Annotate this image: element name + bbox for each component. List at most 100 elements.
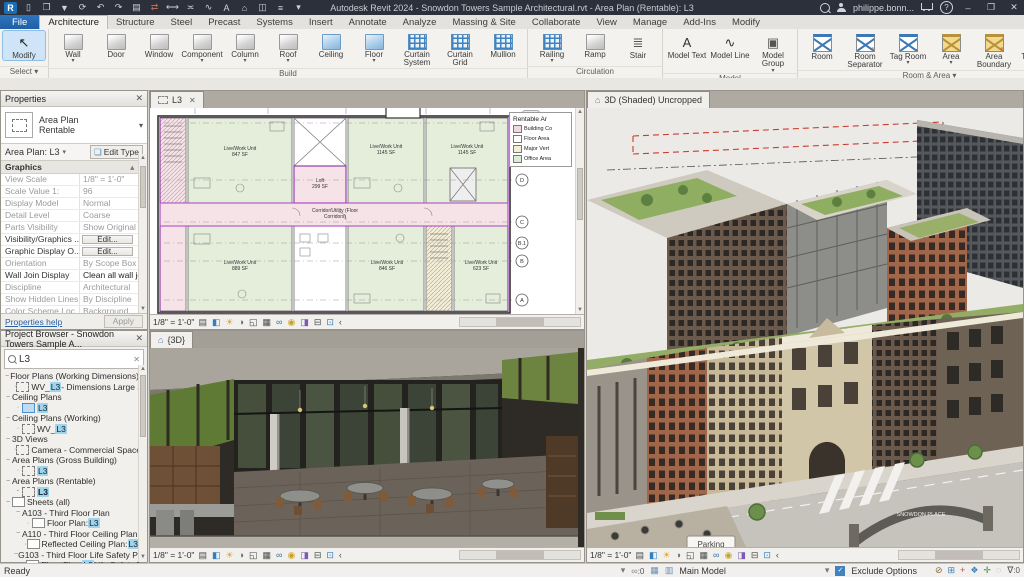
tree-expander-icon[interactable]: −	[4, 478, 12, 485]
browser-item[interactable]: − Sheets (all)	[1, 497, 139, 508]
aligned-dimension-icon[interactable]: ≍	[184, 2, 197, 14]
floor-button[interactable]: Floor ▾	[353, 31, 395, 64]
model-text-button[interactable]: A Model Text	[666, 31, 708, 60]
restore-button[interactable]: ❐	[983, 2, 999, 13]
dropdown-caret-icon[interactable]: ▾	[372, 58, 375, 64]
railing-button[interactable]: Railing ▾	[531, 31, 573, 64]
plan-tab-close-icon[interactable]: ✕	[189, 96, 196, 105]
ribbon-tab-massing-site[interactable]: Massing & Site	[444, 15, 523, 29]
open-icon[interactable]: ❐	[40, 2, 53, 14]
exclude-options-label[interactable]: Exclude Options	[851, 566, 917, 576]
minimize-button[interactable]: –	[960, 3, 976, 13]
interior-canvas[interactable]	[150, 348, 584, 547]
crop-view-icon[interactable]: ◱	[686, 550, 695, 560]
dropdown-caret-icon[interactable]: ▾	[949, 60, 952, 66]
show-crop-icon[interactable]: ▦	[263, 317, 272, 327]
properties-close-icon[interactable]: ✕	[135, 93, 143, 104]
file-tab[interactable]: File	[0, 15, 40, 29]
tag-room-button[interactable]: ▸Tag Room▾	[887, 31, 929, 66]
room-area-value[interactable]: 889 SF	[232, 266, 248, 272]
tree-expander-icon[interactable]: −	[14, 530, 22, 537]
visual-style-icon[interactable]: ◧	[649, 550, 658, 560]
properties-help-link[interactable]: Properties help	[5, 317, 62, 327]
room-separator-button[interactable]: ✎Room Separator	[844, 31, 886, 70]
clear-search-icon[interactable]: ✕	[133, 355, 140, 364]
tree-expander-icon[interactable]: −	[4, 436, 12, 443]
project-browser-close-icon[interactable]: ✕	[135, 333, 143, 344]
tree-expander-icon[interactable]: −	[4, 499, 12, 506]
browser-item[interactable]: ·WV_L3 - Dimensions Large Scale	[1, 381, 139, 393]
interior-scale-label[interactable]: 1/8" = 1'-0"	[153, 550, 194, 560]
ramp-button[interactable]: Ramp	[574, 31, 616, 59]
shaded-horizontal-scrollbar[interactable]	[898, 550, 1020, 560]
edit-type-button[interactable]: ❏ Edit Type	[90, 145, 143, 159]
area-button[interactable]: Area ▾	[930, 31, 972, 66]
temporary-view-icon[interactable]: ◨	[300, 317, 309, 327]
browser-item[interactable]: · Reflected Ceiling Plan: L3	[1, 539, 139, 550]
ribbon-tab-manage[interactable]: Manage	[625, 15, 675, 29]
shaded-canvas[interactable]: Parking SNOWDON PLACE	[587, 108, 1023, 547]
tree-expander-icon[interactable]: −	[4, 415, 12, 422]
room-area-value[interactable]: 1145 SF	[377, 150, 396, 156]
expand-icon[interactable]: ‹	[776, 550, 779, 560]
plan-vertical-scrollbar[interactable]: ▲ ▼	[575, 108, 584, 315]
property-value[interactable]: Show Original	[80, 222, 139, 233]
property-value[interactable]: Coarse	[80, 210, 139, 221]
text-icon[interactable]: A	[220, 2, 233, 14]
design-option-select[interactable]: Main Model ▾	[679, 565, 829, 576]
plan-canvas[interactable]: Live/Work Unit 847 SF Live/Work Unit 1145 S…	[150, 108, 584, 315]
property-value[interactable]: By Scope Box	[80, 258, 139, 269]
shadows-icon[interactable]: ◑	[676, 550, 681, 560]
detail-level-icon[interactable]: ▤	[198, 317, 207, 327]
ribbon-tab-structure[interactable]: Structure	[108, 15, 163, 29]
ribbon-tab-systems[interactable]: Systems	[248, 15, 300, 29]
roof-button[interactable]: Roof ▾	[267, 31, 309, 64]
drag-on-selection-icon[interactable]: ✛	[983, 565, 991, 576]
revit-logo-icon[interactable]: R	[4, 1, 17, 14]
constraints-icon[interactable]: ⊡	[326, 317, 334, 327]
modify-button[interactable]: ↖ Modify	[2, 29, 46, 62]
browser-item[interactable]: − G103 - Third Floor Life Safety Plan	[1, 550, 139, 561]
property-edit-button[interactable]: Edit...	[82, 235, 133, 244]
sync-icon[interactable]: ⟳	[76, 2, 89, 14]
temporary-hide-icon[interactable]: ∞	[276, 550, 282, 560]
tag-area-button[interactable]: ▸Tag Area▾	[1016, 31, 1024, 65]
tree-expander-icon[interactable]: ·	[14, 404, 22, 411]
ribbon-tab-steel[interactable]: Steel	[163, 15, 201, 29]
ribbon-tab-precast[interactable]: Precast	[200, 15, 248, 29]
curtain-system-button[interactable]: Curtain System	[396, 31, 438, 68]
show-crop-icon[interactable]: ▦	[700, 550, 709, 560]
analytical-model-icon[interactable]: ⊟	[314, 317, 322, 327]
dropdown-caret-icon[interactable]: ▾	[906, 60, 909, 66]
crop-view-icon[interactable]: ◱	[249, 317, 258, 327]
room-area-value[interactable]: 846 SF	[379, 266, 395, 272]
ribbon-tab-add-ins[interactable]: Add-Ins	[675, 15, 724, 29]
browser-item[interactable]: · L3	[1, 486, 139, 498]
properties-scrollbar[interactable]: ▲ ▼	[138, 154, 147, 314]
print-icon[interactable]: ▤	[130, 2, 143, 14]
save-icon[interactable]: ▼	[58, 2, 71, 14]
reveal-hidden-icon[interactable]: ◉	[287, 317, 295, 327]
detail-level-icon[interactable]: ▤	[635, 550, 644, 560]
wall-button[interactable]: Wall ▾	[52, 31, 94, 64]
tree-expander-icon[interactable]: ·	[14, 488, 22, 495]
dropdown-caret-icon[interactable]: ▾	[200, 58, 203, 64]
show-crop-icon[interactable]: ▦	[263, 550, 272, 560]
browser-item[interactable]: − Area Plans (Rentable)	[1, 476, 139, 487]
room-area-value[interactable]: 299 SF	[312, 184, 328, 190]
tree-expander-icon[interactable]: −	[14, 509, 22, 516]
browser-item[interactable]: · L3	[1, 402, 139, 414]
temporary-view-icon[interactable]: ◨	[300, 550, 309, 560]
worksets-icon[interactable]: ▦	[650, 565, 659, 576]
tree-expander-icon[interactable]: ·	[24, 520, 32, 527]
signed-in-user[interactable]: philippe.bonn...	[853, 3, 914, 13]
sun-path-icon[interactable]: ☀	[225, 550, 233, 560]
ceiling-button[interactable]: Ceiling	[310, 31, 352, 59]
browser-item[interactable]: · WV_ L3	[1, 423, 139, 435]
home-icon[interactable]: ⌂	[158, 335, 163, 345]
default-3d-view-icon[interactable]: ⌂	[238, 2, 251, 14]
plan-view-tab[interactable]: L3 ✕	[150, 91, 204, 108]
color-scheme-legend[interactable]: Rentable Ar Building Co Floor Area Major V…	[509, 112, 572, 167]
type-selector[interactable]: Area Plan Rentable ▾	[1, 107, 147, 144]
browser-search-box[interactable]: L3 ✕	[4, 349, 144, 369]
